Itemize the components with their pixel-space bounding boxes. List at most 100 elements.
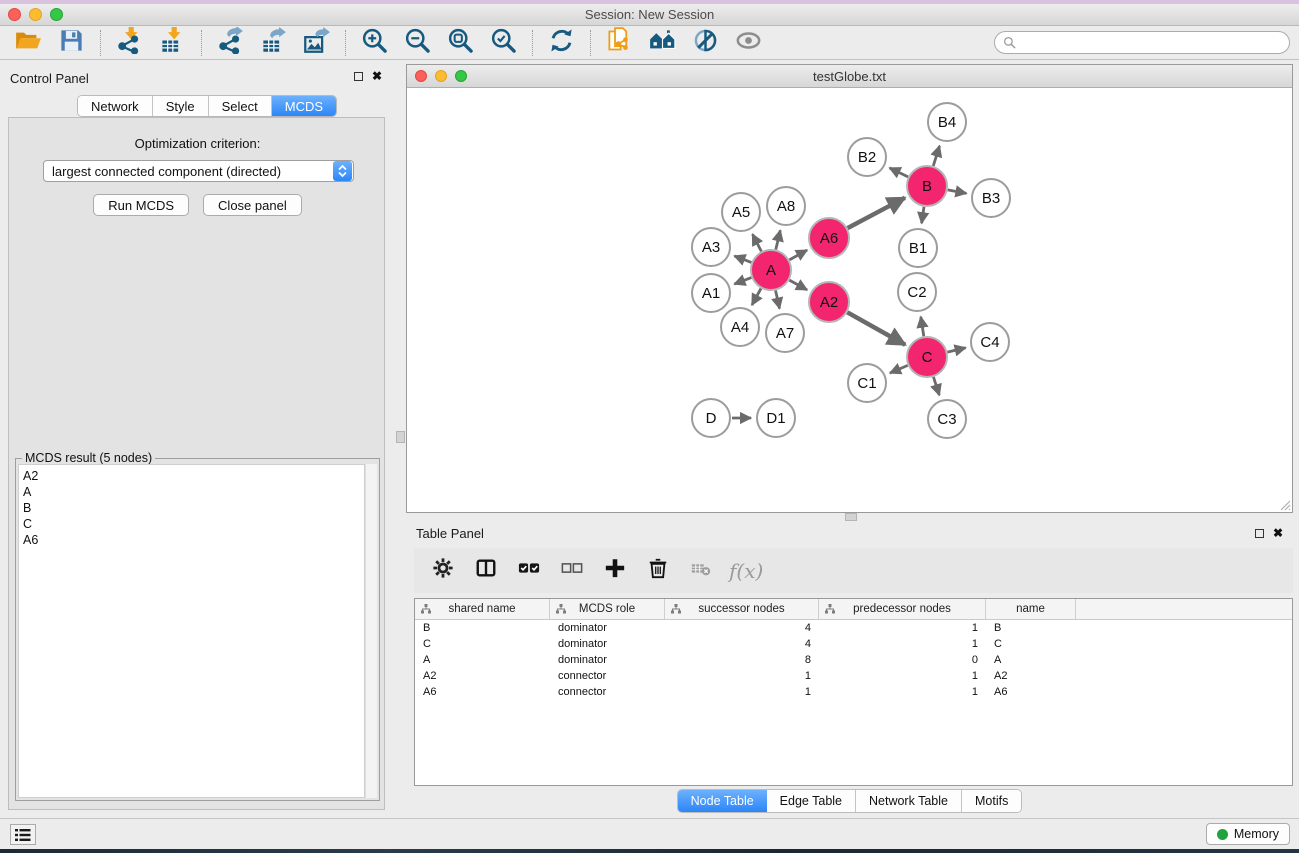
table-cell[interactable]: A xyxy=(986,654,1076,666)
hide-details-button[interactable] xyxy=(684,27,727,59)
graph-node-C2[interactable]: C2 xyxy=(897,272,937,312)
save-session-button[interactable] xyxy=(50,27,93,59)
tab-node-table[interactable]: Node Table xyxy=(678,790,767,812)
close-panel-button[interactable]: Close panel xyxy=(203,194,302,216)
graph-edge[interactable] xyxy=(933,377,939,395)
search-input[interactable] xyxy=(1016,33,1289,52)
graph-edge[interactable] xyxy=(776,230,781,249)
result-item[interactable]: B xyxy=(23,500,364,516)
column-header-name[interactable]: name xyxy=(986,599,1076,619)
table-cell[interactable]: dominator xyxy=(550,654,665,666)
graph-edge[interactable] xyxy=(776,290,780,308)
graph-edge[interactable] xyxy=(789,280,807,290)
criterion-dropdown[interactable]: largest connected component (directed) xyxy=(43,160,354,182)
result-item[interactable]: A6 xyxy=(23,532,364,548)
graph-node-B[interactable]: B xyxy=(906,165,948,207)
delete-table-button[interactable] xyxy=(684,554,718,588)
mcds-result-list[interactable]: A2ABCA6 xyxy=(18,464,365,798)
tab-network-table[interactable]: Network Table xyxy=(856,790,962,812)
graph-node-A6[interactable]: A6 xyxy=(808,217,850,259)
import-network-button[interactable] xyxy=(108,27,151,59)
zoom-fit-button[interactable] xyxy=(439,27,482,59)
result-item[interactable]: A xyxy=(23,484,364,500)
graph-edge[interactable] xyxy=(847,312,905,344)
graph-edge[interactable] xyxy=(890,168,909,177)
graph-edge[interactable] xyxy=(734,256,751,263)
graph-edge[interactable] xyxy=(922,207,924,223)
table-cell[interactable]: 1 xyxy=(819,686,986,698)
graph-node-A1[interactable]: A1 xyxy=(691,273,731,313)
delete-column-button[interactable] xyxy=(641,554,675,588)
table-cell[interactable]: 1 xyxy=(819,670,986,682)
tab-network[interactable]: Network xyxy=(78,96,153,116)
float-table-panel-icon[interactable] xyxy=(1255,529,1264,538)
add-column-button[interactable] xyxy=(598,554,632,588)
open-session-button[interactable] xyxy=(7,27,50,59)
tab-select[interactable]: Select xyxy=(209,96,272,116)
table-cell[interactable]: connector xyxy=(550,670,665,682)
birds-eye-view-button[interactable] xyxy=(727,27,770,59)
mcds-result-scrollbar[interactable] xyxy=(365,464,377,798)
tab-motifs[interactable]: Motifs xyxy=(962,790,1021,812)
table-row[interactable]: Adominator80A xyxy=(415,652,1292,668)
table-row[interactable]: A2connector11A2 xyxy=(415,668,1292,684)
table-cell[interactable]: dominator xyxy=(550,622,665,634)
function-builder-button[interactable]: f(x) xyxy=(727,559,763,583)
graph-node-C[interactable]: C xyxy=(906,336,948,378)
table-cell[interactable]: dominator xyxy=(550,638,665,650)
apply-layout-button[interactable] xyxy=(540,27,583,59)
split-view-button[interactable] xyxy=(469,554,503,588)
first-neighbors-button[interactable] xyxy=(598,27,641,59)
table-cell[interactable]: C xyxy=(415,638,550,650)
graph-node-C1[interactable]: C1 xyxy=(847,363,887,403)
table-cell[interactable]: 1 xyxy=(665,686,819,698)
graph-edge[interactable] xyxy=(734,278,751,285)
table-cell[interactable]: A2 xyxy=(415,670,550,682)
table-cell[interactable]: 0 xyxy=(819,654,986,666)
table-cell[interactable]: connector xyxy=(550,686,665,698)
import-table-button[interactable] xyxy=(151,27,194,59)
graph-edge[interactable] xyxy=(947,348,965,352)
tab-edge-table[interactable]: Edge Table xyxy=(767,790,856,812)
graph-edge[interactable] xyxy=(948,190,967,194)
table-row[interactable]: Bdominator41B xyxy=(415,620,1292,636)
resize-grip-icon[interactable] xyxy=(1277,497,1291,511)
export-table-button[interactable] xyxy=(252,27,295,59)
search-field[interactable] xyxy=(994,31,1290,54)
float-panel-icon[interactable] xyxy=(354,72,363,81)
table-settings-button[interactable] xyxy=(426,554,460,588)
graph-edge[interactable] xyxy=(789,250,807,260)
column-header-successor-nodes[interactable]: successor nodes xyxy=(665,599,819,619)
zoom-in-button[interactable] xyxy=(353,27,396,59)
export-network-button[interactable] xyxy=(209,27,252,59)
column-header-mcds-role[interactable]: MCDS role xyxy=(550,599,665,619)
table-cell[interactable]: A6 xyxy=(986,686,1076,698)
table-cell[interactable]: B xyxy=(986,622,1076,634)
table-cell[interactable]: 1 xyxy=(819,622,986,634)
table-cell[interactable]: A2 xyxy=(986,670,1076,682)
graph-node-A7[interactable]: A7 xyxy=(765,313,805,353)
result-item[interactable]: C xyxy=(23,516,364,532)
close-panel-icon[interactable]: ✖ xyxy=(372,71,382,81)
zoom-out-button[interactable] xyxy=(396,27,439,59)
graph-node-D1[interactable]: D1 xyxy=(756,398,796,438)
tab-style[interactable]: Style xyxy=(153,96,209,116)
table-cell[interactable]: A xyxy=(415,654,550,666)
select-all-button[interactable] xyxy=(512,554,546,588)
table-row[interactable]: A6connector11A6 xyxy=(415,684,1292,700)
vertical-splitter-handle[interactable] xyxy=(845,513,857,521)
horizontal-splitter-handle[interactable] xyxy=(396,431,405,443)
table-cell[interactable]: 1 xyxy=(819,638,986,650)
graph-node-A3[interactable]: A3 xyxy=(691,227,731,267)
table-row[interactable]: Cdominator41C xyxy=(415,636,1292,652)
result-item[interactable]: A2 xyxy=(23,468,364,484)
table-cell[interactable]: C xyxy=(986,638,1076,650)
graph-node-A5[interactable]: A5 xyxy=(721,192,761,232)
close-table-panel-icon[interactable]: ✖ xyxy=(1273,528,1283,538)
table-cell[interactable]: A6 xyxy=(415,686,550,698)
graph-edge[interactable] xyxy=(752,234,761,251)
tab-mcds[interactable]: MCDS xyxy=(272,96,336,116)
graph-node-B3[interactable]: B3 xyxy=(971,178,1011,218)
graph-node-B4[interactable]: B4 xyxy=(927,102,967,142)
graph-edge[interactable] xyxy=(921,317,924,337)
